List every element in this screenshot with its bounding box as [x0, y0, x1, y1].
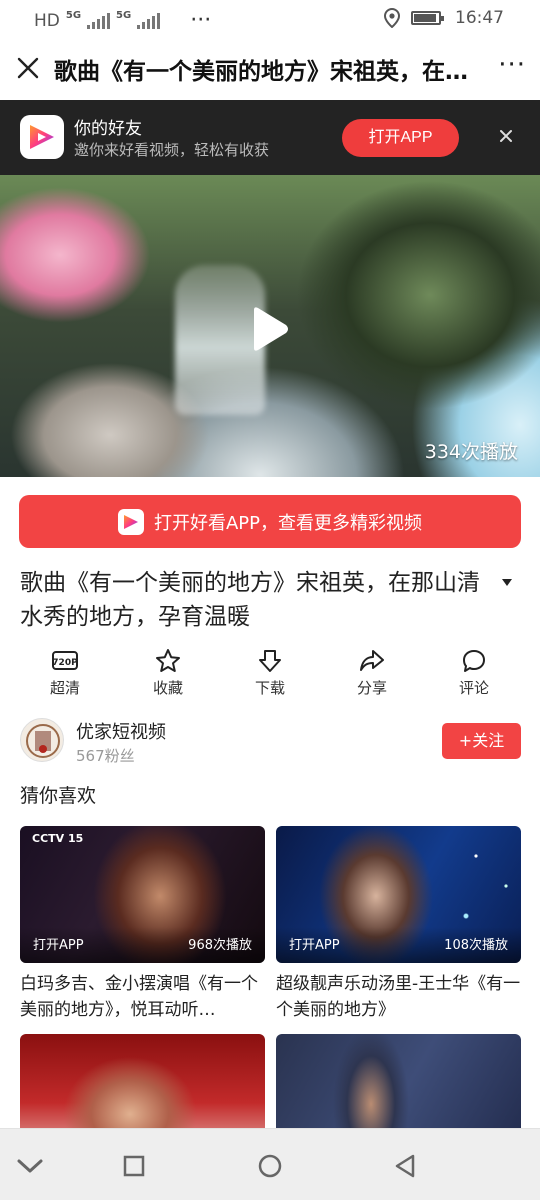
notification-dots-icon: ··· — [190, 8, 212, 33]
page: HD 5G 5G ··· 16:47 歌曲《有一个美丽的地方》宋祖英，在那...… — [0, 0, 540, 1200]
quality-button[interactable]: 720P 超清 — [25, 648, 105, 698]
share-label: 分享 — [356, 679, 387, 697]
open-app-label: 打开好看APP，查看更多精彩视频 — [153, 512, 423, 534]
open-app-button[interactable]: 打开APP — [342, 119, 459, 157]
more-menu-icon[interactable]: ··· — [498, 50, 526, 80]
close-icon[interactable] — [14, 54, 42, 82]
720p-icon: 720P — [52, 651, 78, 670]
share-button[interactable]: 分享 — [332, 648, 412, 698]
open-haokan-app-button[interactable]: 打开好看APP，查看更多精彩视频 — [19, 495, 521, 548]
play-count: 108次播放 — [444, 938, 508, 953]
favorite-button[interactable]: 收藏 — [128, 648, 208, 698]
play-icon[interactable] — [250, 306, 290, 352]
video-thumbnail[interactable]: 打开APP 108次播放 — [276, 826, 521, 963]
status-bar: HD 5G 5G ··· 16:47 — [0, 0, 540, 36]
status-right: 16:47 — [383, 8, 504, 28]
play-count: 968次播放 — [188, 938, 252, 953]
banner-close-icon[interactable] — [496, 126, 516, 146]
author-row: 优家短视频 567粉丝 +关注 — [0, 716, 540, 770]
card-title[interactable]: 白玛多吉、金小摆演唱《有一个美丽的地方》，悦耳动听… — [20, 971, 265, 1023]
battery-icon — [411, 11, 444, 25]
banner-subtitle: 邀你来好看视频，轻松有收获 — [74, 141, 270, 159]
follow-button[interactable]: +关注 — [442, 723, 521, 759]
card-title[interactable]: 超级靓声乐动汤里-王士华《有一个美丽的地方》 — [276, 971, 521, 1023]
section-heading: 猜你喜欢 — [20, 785, 97, 807]
home-icon[interactable] — [255, 1151, 285, 1181]
share-icon — [360, 650, 384, 671]
favorite-label: 收藏 — [152, 679, 183, 697]
clock: 16:47 — [455, 8, 504, 28]
download-button[interactable]: 下载 — [230, 648, 310, 698]
star-icon — [156, 649, 180, 672]
channel-logo-icon: CCTV 15 — [32, 832, 84, 845]
network-type-2: 5G — [116, 10, 132, 21]
chevron-down-icon[interactable] — [15, 1151, 45, 1181]
comment-button[interactable]: 评论 — [434, 648, 514, 698]
open-app-label[interactable]: 打开APP — [33, 934, 84, 953]
author-avatar[interactable] — [20, 718, 64, 762]
recommend-card[interactable]: 打开APP 108次播放 超级靓声乐动汤里-王士华《有一个美丽的地方》 — [276, 826, 521, 1023]
quality-label: 超清 — [49, 679, 80, 697]
status-left: HD 5G 5G ··· — [34, 8, 211, 33]
haokan-logo-icon — [20, 115, 64, 159]
location-icon — [383, 8, 401, 28]
video-title: 歌曲《有一个美丽的地方》宋祖英，在那山清水秀的地方，孕育温暖 — [20, 570, 480, 630]
action-bar: 720P 超清 收藏 下载 分享 评论 — [0, 648, 540, 698]
expand-caret-icon[interactable] — [499, 576, 515, 588]
comment-label: 评论 — [458, 679, 489, 697]
network-type-1: 5G — [65, 10, 82, 21]
signal-icon — [87, 12, 111, 29]
download-icon — [259, 650, 281, 672]
banner-title: 你的好友 — [74, 119, 142, 139]
signal-icon — [137, 12, 161, 29]
system-nav-bar — [0, 1128, 540, 1200]
recents-icon[interactable] — [119, 1151, 149, 1181]
play-count: 334次播放 — [424, 441, 518, 463]
author-name[interactable]: 优家短视频 — [76, 718, 166, 744]
carrier-label: HD — [34, 10, 60, 31]
download-label: 下载 — [254, 679, 285, 697]
author-fans: 567粉丝 — [76, 747, 135, 765]
back-icon[interactable] — [391, 1151, 421, 1181]
recommend-card[interactable]: CCTV 15 打开APP 968次播放 白玛多吉、金小摆演唱《有一个美丽的地方… — [20, 826, 265, 1023]
friend-invite-banner: 你的好友 邀你来好看视频，轻松有收获 打开APP — [0, 100, 540, 175]
quality-badge: 720P — [52, 658, 78, 668]
open-app-label[interactable]: 打开APP — [289, 934, 340, 953]
page-header: 歌曲《有一个美丽的地方》宋祖英，在那... ··· — [0, 36, 540, 100]
comment-icon — [463, 650, 485, 672]
haokan-logo-icon — [117, 508, 144, 535]
video-thumbnail[interactable]: CCTV 15 打开APP 968次播放 — [20, 826, 265, 963]
video-player[interactable]: 334次播放 — [0, 175, 540, 477]
page-title: 歌曲《有一个美丽的地方》宋祖英，在那... — [54, 59, 488, 85]
